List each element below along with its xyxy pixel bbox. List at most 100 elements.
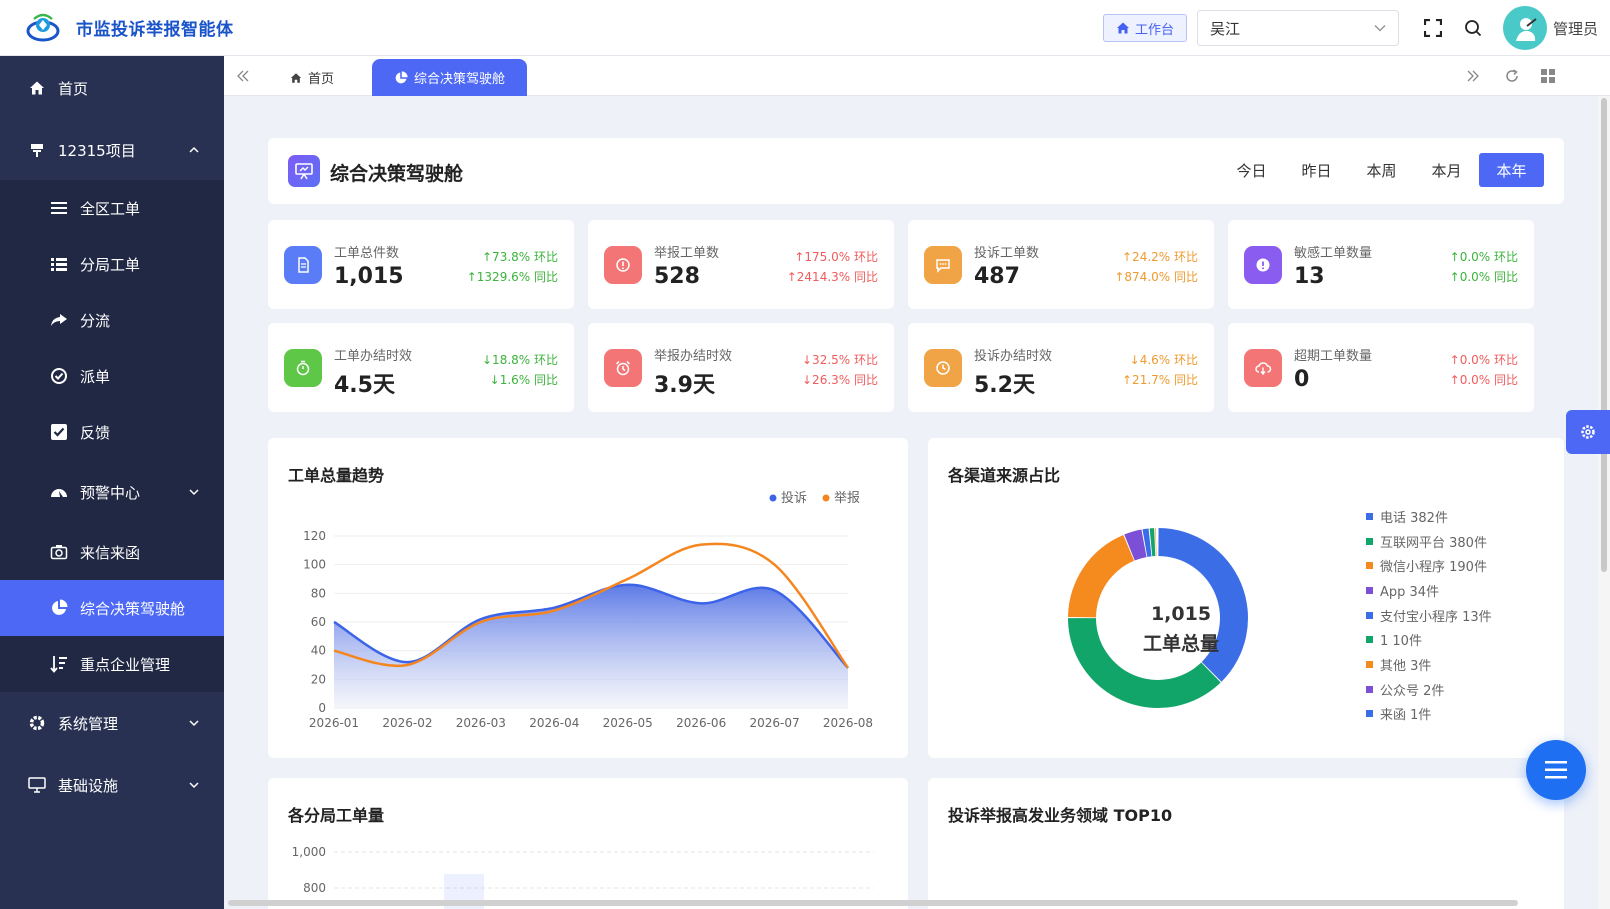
stat-mom-change: ↓32.5% 环比	[802, 353, 878, 367]
donut-slice	[1068, 534, 1135, 618]
tab-cockpit[interactable]: 综合决策驾驶舱	[372, 59, 528, 96]
sidebar-item-system[interactable]: 系统管理	[0, 692, 224, 754]
stat-mom-change: ↑175.0% 环比	[794, 250, 878, 264]
period-this-year[interactable]: 本年	[1479, 153, 1544, 187]
sidebar-item-key-enterprises[interactable]: 重点企业管理	[0, 636, 224, 692]
x-tick-label: 2026-04	[529, 716, 579, 730]
stat-value: 528	[654, 264, 700, 289]
y-tick-label: 20	[311, 672, 326, 686]
y-tick-label: 1,000	[292, 845, 326, 859]
chevron-down-icon	[189, 720, 199, 727]
search-button[interactable]	[1453, 8, 1493, 48]
legend-item: 1 10件	[1366, 627, 1492, 652]
trend-chart-card: 工单总量趋势 0 20 40 60 80 100 120 2026-01 2026-02 2026…	[268, 438, 908, 758]
sidebar-item-bureau-orders[interactable]: 分局工单	[0, 236, 224, 292]
pie-icon	[395, 70, 408, 83]
period-today[interactable]: 今日	[1219, 153, 1284, 187]
share-icon	[50, 311, 68, 329]
chevron-down-icon	[189, 782, 199, 789]
flag-icon	[28, 141, 46, 159]
sidebar-item-home[interactable]: 首页	[0, 56, 224, 120]
sidebar-item-letters[interactable]: 来信来函	[0, 524, 224, 580]
stat-yoy-change: ↑0.0% 同比	[1449, 373, 1518, 387]
double-chevron-left-icon[interactable]	[236, 69, 250, 83]
sort-icon	[50, 655, 68, 673]
top-bar: 市监投诉举报智能体 工作台 吴江 管理员	[0, 0, 1610, 56]
legend-label: 公众号 2件	[1380, 683, 1445, 699]
channel-chart-card: 各渠道来源占比 1,015 工单总量 电话 382件 互联网平台 380件 微信小程…	[928, 438, 1564, 758]
period-yesterday[interactable]: 昨日	[1284, 153, 1349, 187]
stat-label: 投诉办结时效	[974, 349, 1053, 364]
home-icon	[290, 72, 302, 83]
chevron-down-icon	[189, 489, 199, 496]
stat-yoy-change: ↑874.0% 同比	[1114, 270, 1198, 284]
document-icon	[284, 246, 322, 284]
sidebar-item-warning-center[interactable]: 预警中心	[0, 460, 224, 524]
double-chevron-right-icon[interactable]	[1466, 69, 1480, 83]
sidebar-item-cockpit[interactable]: 综合决策驾驶舱	[0, 580, 224, 636]
sidebar-item-divert[interactable]: 分流	[0, 292, 224, 348]
sidebar-item-infrastructure[interactable]: 基础设施	[0, 754, 224, 816]
avatar[interactable]	[1502, 6, 1547, 50]
x-tick-label: 2026-07	[750, 716, 800, 730]
sidebar-item-label: 重点企业管理	[80, 655, 171, 674]
stat-mom-change: ↑24.2% 环比	[1122, 250, 1198, 264]
page-title: 综合决策驾驶舱	[330, 163, 464, 185]
user-name[interactable]: 管理员	[1553, 18, 1598, 39]
horizontal-scrollbar[interactable]	[228, 900, 1518, 906]
chevron-down-icon	[1374, 24, 1386, 32]
menu-icon	[1545, 761, 1567, 779]
scrollbar-thumb[interactable]	[1601, 98, 1607, 572]
legend-swatch	[1366, 710, 1373, 718]
legend-item: 互联网平台 380件	[1366, 529, 1492, 554]
sidebar-item-12315[interactable]: 12315项目	[0, 120, 224, 180]
region-select[interactable]: 吴江	[1196, 10, 1399, 46]
stat-value: 1,015	[334, 264, 404, 289]
stat-mom-change: ↓18.8% 环比	[482, 353, 558, 367]
monitor-icon	[28, 776, 46, 794]
floating-menu-button[interactable]	[1526, 740, 1586, 800]
stat-value: 0	[1294, 367, 1310, 392]
vertical-scrollbar[interactable]	[1598, 96, 1610, 909]
sidebar-item-feedback[interactable]: 反馈	[0, 404, 224, 460]
period-this-week[interactable]: 本周	[1349, 153, 1414, 187]
sidebar-item-label: 基础设施	[58, 776, 119, 795]
legend-label: App 34件	[1380, 584, 1440, 600]
period-this-month[interactable]: 本月	[1414, 153, 1479, 187]
home-icon	[1116, 22, 1129, 34]
sidebar-item-label: 派单	[80, 367, 111, 386]
stat-label: 敏感工单数量	[1294, 246, 1373, 261]
legend-swatch	[1366, 562, 1373, 570]
stat-mom-change: ↑0.0% 环比	[1449, 353, 1518, 367]
stat-yoy-change: ↑1329.6% 同比	[466, 270, 558, 284]
workspace-button[interactable]: 工作台	[1102, 14, 1187, 42]
legend-item: 来函 1件	[1366, 702, 1492, 727]
fullscreen-button[interactable]	[1413, 8, 1453, 48]
alert-circle-icon	[604, 246, 642, 284]
sidebar-item-label: 全区工单	[80, 199, 141, 218]
presentation-icon	[288, 155, 320, 187]
legend-label: 1 10件	[1380, 634, 1422, 650]
tab-label: 首页	[308, 72, 335, 87]
alarm-clock-icon	[604, 349, 642, 387]
x-tick-label: 2026-05	[603, 716, 653, 730]
trend-chart: 0 20 40 60 80 100 120 2026-01 2026-02 2026-03 2026…	[303, 490, 873, 730]
sidebar-item-dispatch[interactable]: 派单	[0, 348, 224, 404]
check-circle-icon	[50, 367, 68, 385]
sidebar-item-label: 分局工单	[80, 255, 141, 274]
settings-button[interactable]	[1566, 410, 1610, 454]
chevron-up-icon	[189, 146, 199, 153]
stat-mom-change: ↓4.6% 环比	[1129, 353, 1198, 367]
refresh-icon[interactable]	[1504, 68, 1520, 84]
sidebar-item-all-orders[interactable]: 全区工单	[0, 180, 224, 236]
y-tick-label: 800	[303, 881, 326, 895]
grid-menu-icon[interactable]	[1540, 68, 1556, 84]
legend-item: 公众号 2件	[1366, 677, 1492, 702]
bureau-chart-card: 各分局工单量 1,000 800	[268, 778, 908, 909]
dashboard-icon	[50, 483, 68, 501]
camera-icon	[50, 543, 68, 561]
stat-card: 工单总件数 1,015 ↑73.8% 环比 ↑1329.6% 同比	[268, 220, 574, 309]
tab-home[interactable]: 首页	[290, 59, 334, 96]
stat-value: 5.2天	[974, 373, 1035, 398]
sidebar-item-label: 来信来函	[80, 543, 141, 562]
